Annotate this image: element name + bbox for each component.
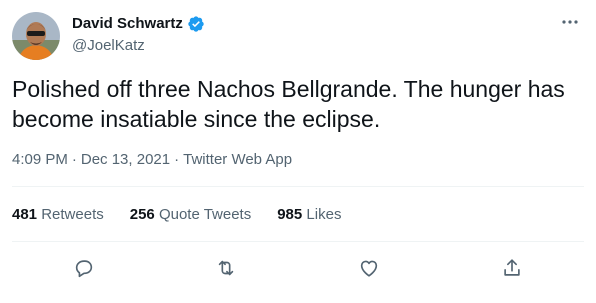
author-display-name[interactable]: David Schwartz — [72, 14, 183, 34]
tweet-date: Dec 13, 2021 — [80, 151, 171, 168]
tweet-actions — [12, 254, 584, 282]
reply-icon[interactable] — [70, 254, 98, 282]
retweets-stat[interactable]: 481 Retweets — [12, 205, 104, 225]
quote-tweets-label: Quote Tweets — [158, 206, 252, 223]
tweet-meta: 4:09 PM · Dec 13, 2021 · Twitter Web App — [12, 150, 292, 170]
tweet-source-link[interactable]: Twitter Web App — [183, 150, 292, 170]
divider — [12, 241, 584, 242]
meta-separator: · — [174, 151, 180, 168]
share-icon[interactable] — [498, 254, 526, 282]
likes-stat[interactable]: 985 Likes — [277, 205, 341, 225]
retweets-count: 481 — [12, 206, 38, 223]
author-handle[interactable]: @JoelKatz — [72, 36, 145, 56]
meta-separator: · — [71, 151, 77, 168]
tweet-text: Polished off three Nachos Bellgrande. Th… — [12, 76, 565, 132]
avatar[interactable] — [12, 12, 60, 60]
tweet-time: 4:09 PM — [12, 151, 68, 168]
likes-label: Likes — [306, 206, 342, 223]
more-horizontal-icon[interactable] — [558, 12, 582, 32]
tweet-stats: 481 Retweets 256 Quote Tweets 985 Likes — [12, 205, 341, 225]
verified-badge-icon — [187, 15, 205, 33]
retweets-label: Retweets — [41, 206, 104, 223]
divider — [12, 186, 584, 187]
retweet-icon[interactable] — [212, 254, 240, 282]
tweet-time-link[interactable]: 4:09 PM · Dec 13, 2021 — [12, 150, 170, 170]
heart-icon[interactable] — [355, 254, 383, 282]
quote-tweets-count: 256 — [129, 206, 155, 223]
quote-tweets-stat[interactable]: 256 Quote Tweets — [130, 205, 251, 225]
tweet-card: David Schwartz @JoelKatz Polished off th… — [0, 0, 596, 303]
author-name-row: David Schwartz — [72, 14, 205, 34]
likes-count: 985 — [277, 206, 303, 223]
